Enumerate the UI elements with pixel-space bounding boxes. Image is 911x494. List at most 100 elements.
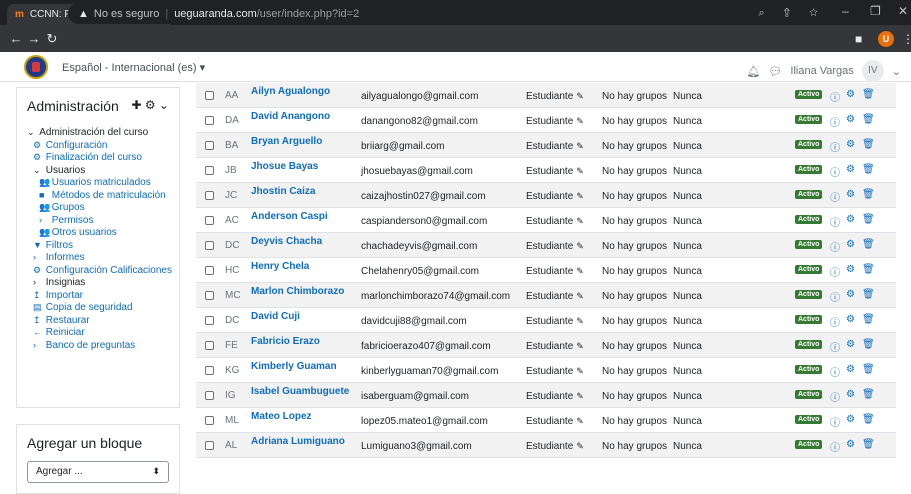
pencil-icon[interactable]: ✎ — [576, 216, 584, 226]
forward-icon[interactable]: → — [27, 31, 41, 46]
user-role[interactable]: Estudiante ✎ — [526, 241, 584, 252]
user-avatar[interactable]: IV — [861, 60, 884, 82]
info-icon[interactable]: ⓘ — [830, 164, 840, 179]
url-field[interactable]: ▲ No es seguro | ueguaranda.com /user/in… — [68, 3, 838, 24]
gear-icon[interactable]: ⚙ — [846, 389, 855, 400]
user-name-link[interactable]: David Anangono — [251, 111, 330, 122]
info-icon[interactable]: ⓘ — [830, 339, 840, 354]
select-checkbox[interactable] — [205, 316, 214, 325]
info-icon[interactable]: ⓘ — [830, 314, 840, 329]
user-name-link[interactable]: Bryan Arguello — [251, 136, 322, 147]
gear-icon[interactable]: ⚙ — [846, 214, 855, 225]
trash-icon[interactable]: 🗑︎ — [862, 439, 875, 450]
pencil-icon[interactable]: ✎ — [576, 391, 584, 401]
user-role[interactable]: Estudiante ✎ — [526, 391, 584, 402]
info-icon[interactable]: ⓘ — [830, 139, 840, 154]
omnibox-icons[interactable]: ⌕ ⇪ ☆ — [759, 7, 826, 20]
user-role[interactable]: Estudiante ✎ — [526, 141, 584, 152]
admin-item[interactable]: 👥 Otros usuarios — [27, 226, 169, 239]
site-logo[interactable] — [24, 55, 48, 79]
select-checkbox[interactable] — [205, 366, 214, 375]
info-icon[interactable]: ⓘ — [830, 114, 840, 129]
pencil-icon[interactable]: ✎ — [576, 316, 584, 326]
select-checkbox[interactable] — [205, 191, 214, 200]
admin-item[interactable]: › Permisos — [27, 214, 169, 227]
user-role[interactable]: Estudiante ✎ — [526, 191, 584, 202]
admin-item[interactable]: 👥 Grupos — [27, 201, 169, 214]
select-checkbox[interactable] — [205, 166, 214, 175]
user-name-link[interactable]: Anderson Caspi — [251, 211, 328, 222]
pencil-icon[interactable]: ✎ — [576, 416, 584, 426]
gear-icon[interactable]: ⚙ — [846, 164, 855, 175]
trash-icon[interactable]: 🗑︎ — [862, 289, 875, 300]
user-role[interactable]: Estudiante ✎ — [526, 216, 584, 227]
user-role[interactable]: Estudiante ✎ — [526, 91, 584, 102]
close-window-button[interactable]: ✕ — [898, 4, 908, 18]
admin-item[interactable]: › Insignias — [27, 276, 169, 289]
trash-icon[interactable]: 🗑︎ — [862, 364, 875, 375]
pencil-icon[interactable]: ✎ — [576, 441, 584, 451]
user-role[interactable]: Estudiante ✎ — [526, 341, 584, 352]
trash-icon[interactable]: 🗑︎ — [862, 264, 875, 275]
trash-icon[interactable]: 🗑︎ — [862, 189, 875, 200]
select-checkbox[interactable] — [205, 241, 214, 250]
language-menu[interactable]: Español - Internacional (es) ▾ — [62, 61, 205, 74]
pencil-icon[interactable]: ✎ — [576, 191, 584, 201]
trash-icon[interactable]: 🗑︎ — [862, 164, 875, 175]
select-checkbox[interactable] — [205, 141, 214, 150]
admin-item[interactable]: ▤ Copia de seguridad — [27, 301, 169, 314]
trash-icon[interactable]: 🗑︎ — [862, 414, 875, 425]
trash-icon[interactable]: 🗑︎ — [862, 389, 875, 400]
user-role[interactable]: Estudiante ✎ — [526, 416, 584, 427]
admin-item[interactable]: › Banco de preguntas — [27, 339, 169, 352]
user-role[interactable]: Estudiante ✎ — [526, 291, 584, 302]
profile-avatar[interactable]: U — [878, 31, 894, 47]
user-name-link[interactable]: Deyvis Chacha — [251, 236, 322, 247]
select-checkbox[interactable] — [205, 266, 214, 275]
user-name-link[interactable]: Marlon Chimborazo — [251, 286, 344, 297]
gear-icon[interactable]: ⚙ — [846, 239, 855, 250]
info-icon[interactable]: ⓘ — [830, 89, 840, 104]
admin-item[interactable]: 👥 Usuarios matriculados — [27, 176, 169, 189]
trash-icon[interactable]: 🗑︎ — [862, 214, 875, 225]
gear-icon[interactable]: ⚙ — [846, 414, 855, 425]
info-icon[interactable]: ⓘ — [830, 264, 840, 279]
admin-item[interactable]: ▼ Filtros — [27, 239, 169, 252]
pencil-icon[interactable]: ✎ — [576, 341, 584, 351]
user-name-link[interactable]: Fabricio Erazo — [251, 336, 320, 347]
user-role[interactable]: Estudiante ✎ — [526, 266, 584, 277]
user-name-link[interactable]: Mateo Lopez — [251, 411, 312, 422]
admin-item[interactable]: ⌄ Administración del curso — [27, 126, 169, 139]
info-icon[interactable]: ⓘ — [830, 389, 840, 404]
info-icon[interactable]: ⓘ — [830, 364, 840, 379]
admin-item[interactable]: ← Reiniciar — [27, 326, 169, 339]
user-name-link[interactable]: Adriana Lumiguano — [251, 436, 345, 447]
user-name-link[interactable]: Henry Chela — [251, 261, 309, 272]
admin-item[interactable]: ↥ Restaurar — [27, 314, 169, 327]
user-name-link[interactable]: Kimberly Guaman — [251, 361, 337, 372]
pencil-icon[interactable]: ✎ — [576, 141, 584, 151]
gear-icon[interactable]: ⚙ — [846, 114, 855, 125]
user-role[interactable]: Estudiante ✎ — [526, 366, 584, 377]
trash-icon[interactable]: 🗑︎ — [862, 114, 875, 125]
user-name-link[interactable]: Ailyn Agualongo — [251, 86, 330, 97]
gear-icon[interactable]: ⚙ — [846, 314, 855, 325]
gear-icon[interactable]: ⚙ — [846, 189, 855, 200]
trash-icon[interactable]: 🗑︎ — [862, 339, 875, 350]
gear-icon[interactable]: ⚙ — [846, 264, 855, 275]
chat-icon[interactable]: 💬︎ — [768, 65, 782, 78]
user-role[interactable]: Estudiante ✎ — [526, 166, 584, 177]
bell-icon[interactable]: 🔔︎ — [746, 65, 760, 78]
admin-item[interactable]: ⌄ Usuarios — [27, 164, 169, 177]
gear-icon[interactable]: ⚙ — [846, 339, 855, 350]
pencil-icon[interactable]: ✎ — [576, 166, 584, 176]
add-block-select[interactable]: Agregar ... ⬍ — [27, 461, 169, 483]
pencil-icon[interactable]: ✎ — [576, 91, 584, 101]
admin-item[interactable]: › Informes — [27, 251, 169, 264]
user-role[interactable]: Estudiante ✎ — [526, 316, 584, 327]
chevron-down-icon[interactable]: ⌄ — [892, 65, 901, 78]
block-controls[interactable]: ✚ ⚙ ⌄ — [131, 98, 169, 112]
reload-icon[interactable]: ↻ — [45, 31, 59, 47]
select-checkbox[interactable] — [205, 116, 214, 125]
info-icon[interactable]: ⓘ — [830, 214, 840, 229]
